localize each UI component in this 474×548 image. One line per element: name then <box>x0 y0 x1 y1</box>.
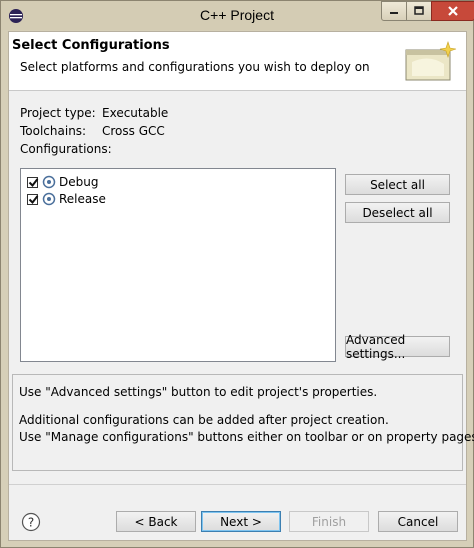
wizard-banner-icon <box>405 41 457 81</box>
close-icon <box>448 6 458 16</box>
page-description: Select platforms and configurations you … <box>20 60 370 74</box>
configuration-icon <box>42 175 56 189</box>
deselect-all-button[interactable]: Deselect all <box>345 202 450 223</box>
checkmark-icon <box>28 194 39 204</box>
info-line-manage: Use "Manage configurations" buttons eith… <box>19 430 474 444</box>
dialog-body: Select Configurations Select platforms a… <box>8 31 474 541</box>
configurations-label: Configurations: <box>20 142 112 156</box>
maximize-icon <box>414 6 424 15</box>
release-checkbox[interactable] <box>27 193 39 205</box>
maximize-button[interactable] <box>406 1 432 21</box>
config-label-debug: Debug <box>59 175 99 189</box>
back-button[interactable]: < Back <box>116 511 196 532</box>
configurations-list[interactable]: Debug Release <box>20 168 336 362</box>
dialog-window: C++ Project Select Configurations Select… <box>0 0 474 548</box>
next-button[interactable]: Next > <box>201 511 281 532</box>
info-line-additional: Additional configurations can be added a… <box>19 413 389 427</box>
debug-checkbox[interactable] <box>27 176 39 188</box>
select-all-button[interactable]: Select all <box>345 174 450 195</box>
finish-button[interactable]: Finish <box>289 511 369 532</box>
project-type-value: Executable <box>102 106 169 120</box>
checkmark-icon <box>28 177 39 187</box>
config-item-release[interactable]: Release <box>27 191 106 207</box>
minimize-button[interactable] <box>381 1 407 21</box>
close-button[interactable] <box>431 1 474 21</box>
configuration-icon <box>42 192 56 206</box>
project-type-label: Project type: <box>20 106 96 120</box>
toolchains-label: Toolchains: <box>20 124 87 138</box>
config-label-release: Release <box>59 192 106 206</box>
advanced-settings-button[interactable]: Advanced settings... <box>345 333 450 361</box>
info-line-advanced: Use "Advanced settings" button to edit p… <box>19 385 378 399</box>
title-bar[interactable]: C++ Project <box>1 1 474 30</box>
config-item-debug[interactable]: Debug <box>27 174 98 190</box>
minimize-icon <box>390 12 398 14</box>
info-message-box: Use "Advanced settings" button to edit p… <box>12 374 474 471</box>
footer-separator <box>9 484 466 485</box>
page-title: Select Configurations <box>12 38 170 53</box>
wizard-header: Select Configurations Select platforms a… <box>9 32 466 91</box>
toolchains-value: Cross GCC <box>102 124 165 138</box>
svg-text:?: ? <box>28 516 34 530</box>
cancel-button[interactable]: Cancel <box>378 511 458 532</box>
help-icon[interactable]: ? <box>21 512 41 532</box>
